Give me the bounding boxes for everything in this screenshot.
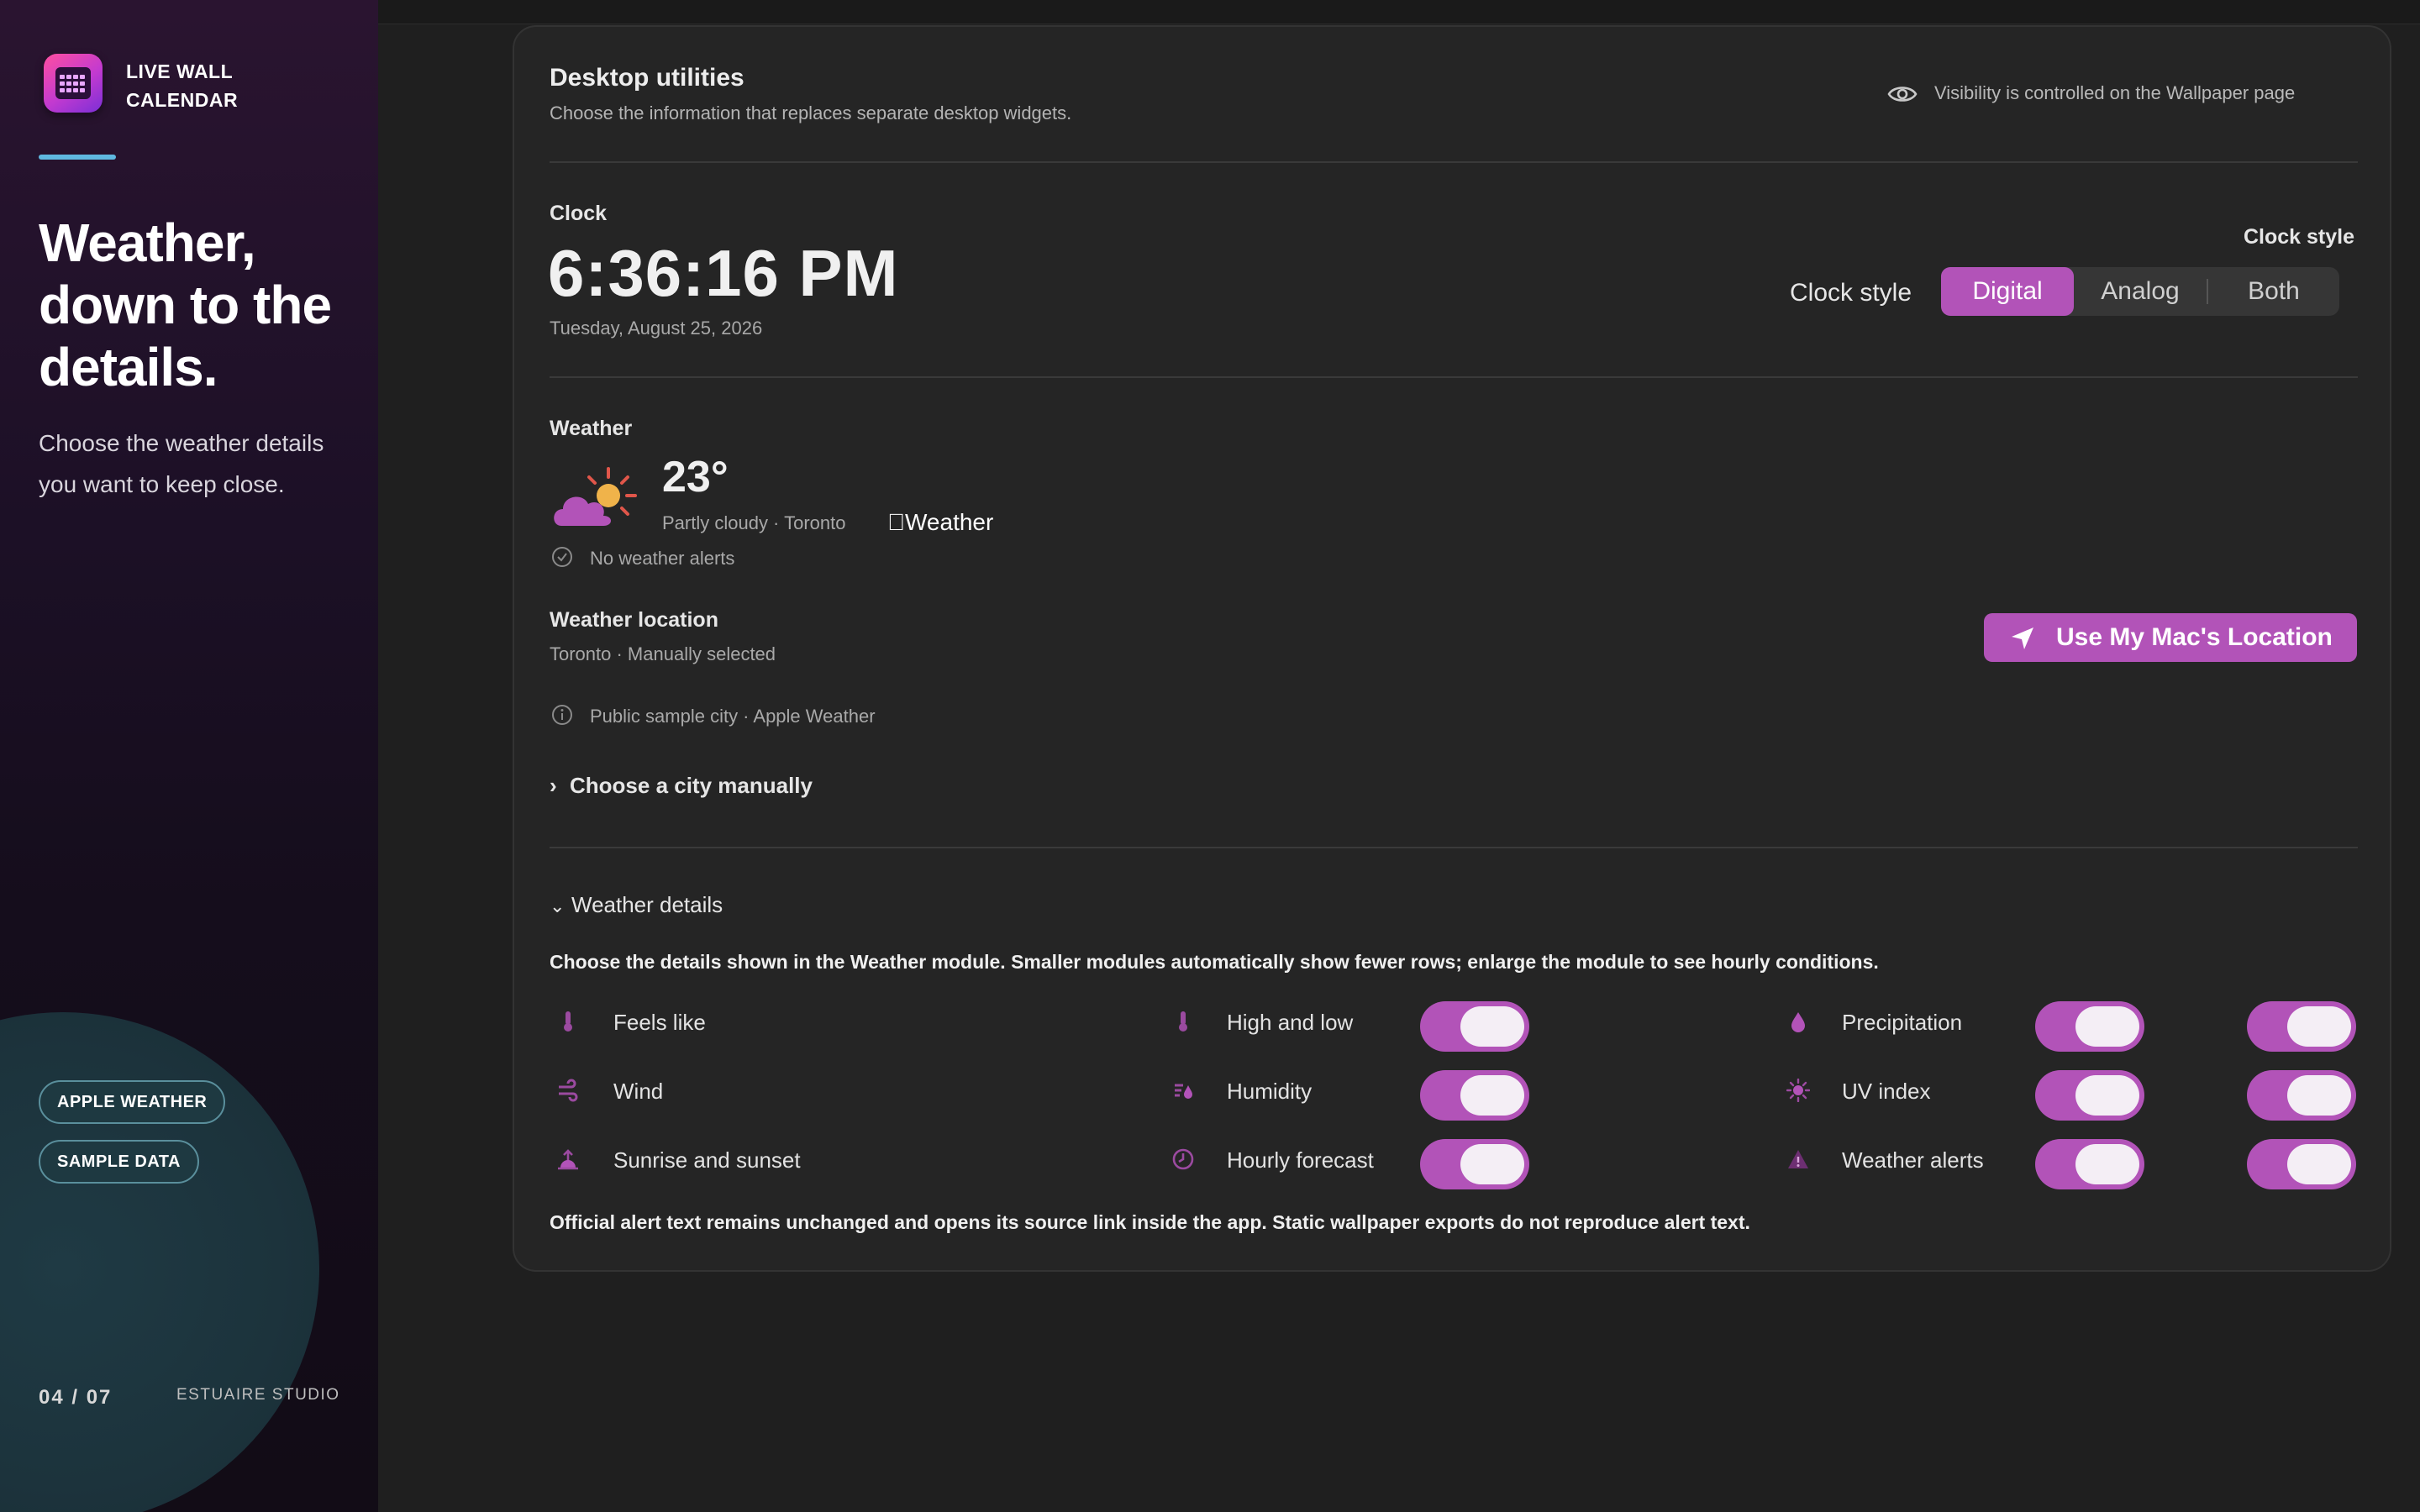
high-low-thermometer-icon	[1179, 1011, 1187, 1032]
clock-style-both[interactable]: Both	[2208, 267, 2339, 316]
accent-line	[39, 155, 116, 160]
wind-icon	[559, 1079, 578, 1102]
use-mac-location-label: Use My Mac's Location	[2056, 623, 2333, 651]
weather-location-value: Toronto · Manually selected	[550, 643, 776, 664]
badge-apple-weather: APPLE WEATHER	[39, 1080, 226, 1124]
apple-weather-attribution: Weather	[887, 509, 993, 536]
weather-details-disclosure[interactable]: ⌄ Weather details	[550, 892, 723, 918]
checkmark-circle-icon	[552, 547, 572, 567]
sunrise-icon	[558, 1149, 578, 1170]
divider	[550, 847, 2358, 848]
top-bar	[378, 0, 2420, 24]
clock-date: Tuesday, August 25, 2026	[550, 318, 763, 339]
weather-heading: Weather	[550, 417, 633, 440]
clock-style-analog[interactable]: Analog	[2074, 267, 2207, 316]
promo-panel: LIVE WALL CALENDAR Weather, down to the …	[0, 0, 378, 1512]
uv-sun-icon	[1786, 1079, 1810, 1102]
toggle-high-low[interactable]	[2035, 1001, 2144, 1052]
app-name-line2: CALENDAR	[126, 89, 239, 111]
section-subtitle: Choose the information that replaces sep…	[550, 102, 1072, 123]
section-title: Desktop utilities	[550, 64, 744, 92]
studio-name: ESTUAIRE STUDIO	[176, 1386, 340, 1404]
sample-city-note: Public sample city · Apple Weather	[590, 706, 876, 727]
app-name-line1: LIVE WALL	[126, 60, 234, 82]
detail-label-wind: Wind	[613, 1079, 664, 1104]
clock-time: 6:36:16 PM	[548, 236, 899, 310]
weather-details-description: Choose the details shown in the Weather …	[550, 951, 1879, 973]
detail-label-weather-alerts: Weather alerts	[1842, 1147, 1984, 1173]
partly-cloudy-icon	[554, 467, 637, 526]
toggle-hourly-forecast[interactable]	[2035, 1139, 2144, 1189]
warning-icon	[1788, 1150, 1808, 1168]
weather-details-heading: Weather details	[571, 892, 723, 917]
visibility-note: Visibility is controlled on the Wallpape…	[1934, 82, 2296, 103]
detail-label-sunrise-sunset: Sunrise and sunset	[613, 1147, 801, 1173]
weather-alerts-status: No weather alerts	[590, 548, 735, 569]
clock-style-segmented-control: Digital Analog Both	[1941, 267, 2339, 316]
location-arrow-icon	[2012, 627, 2033, 649]
clock-style-heading: Clock style	[2243, 225, 2354, 249]
choose-city-disclosure[interactable]: › Choose a city manually	[550, 773, 813, 799]
eye-icon	[1887, 87, 1918, 102]
detail-label-precipitation: Precipitation	[1842, 1010, 1963, 1035]
detail-label-feels-like: Feels like	[613, 1010, 706, 1035]
weather-condition: Partly cloudy · Toronto	[662, 512, 846, 533]
clock-heading: Clock	[550, 202, 608, 225]
use-mac-location-button[interactable]: Use My Mac's Location	[1984, 613, 2357, 662]
app-name: LIVE WALL CALENDAR	[126, 57, 238, 114]
divider	[550, 376, 2358, 378]
apple-logo-icon: 	[887, 509, 905, 535]
chevron-right-icon: ›	[550, 773, 557, 798]
promo-subcopy: Choose the weather details you want to k…	[39, 430, 324, 497]
humidity-icon	[1175, 1084, 1192, 1099]
detail-label-humidity: Humidity	[1227, 1079, 1313, 1104]
divider	[550, 161, 2358, 163]
detail-label-high-low: High and low	[1227, 1010, 1354, 1035]
toggle-sunrise-sunset[interactable]	[1420, 1139, 1529, 1189]
detail-label-uv-index: UV index	[1842, 1079, 1931, 1104]
clock-style-label: Clock style	[1790, 279, 1912, 307]
feels-like-thermometer-icon	[564, 1011, 572, 1032]
detail-label-hourly-forecast: Hourly forecast	[1227, 1147, 1374, 1173]
info-icon	[552, 705, 572, 725]
toggle-weather-alerts[interactable]	[2247, 1139, 2356, 1189]
alerts-footer-note: Official alert text remains unchanged an…	[550, 1211, 1750, 1233]
clock-style-digital[interactable]: Digital	[1941, 267, 2074, 316]
chevron-down-icon: ⌄	[550, 895, 566, 916]
toggle-wind[interactable]	[1420, 1070, 1529, 1121]
weather-location-heading: Weather location	[550, 608, 718, 632]
choose-city-label: Choose a city manually	[570, 773, 813, 798]
toggle-uv-index[interactable]	[2247, 1070, 2356, 1121]
toggle-precipitation[interactable]	[2247, 1001, 2356, 1052]
app-calendar-icon	[44, 54, 103, 113]
precipitation-drop-icon	[1791, 1012, 1805, 1032]
badge-sample-data: SAMPLE DATA	[39, 1140, 199, 1184]
weather-provider: Weather	[887, 509, 993, 535]
desktop-utilities-card: Desktop utilities Choose the information…	[513, 25, 2391, 1272]
hourly-clock-icon	[1172, 1148, 1194, 1170]
weather-temperature: 23°	[662, 453, 729, 501]
toggle-feels-like[interactable]	[1420, 1001, 1529, 1052]
toggle-humidity[interactable]	[2035, 1070, 2144, 1121]
page-counter: 04 / 07	[39, 1386, 113, 1409]
promo-headline: Weather, down to the details.	[39, 213, 332, 397]
